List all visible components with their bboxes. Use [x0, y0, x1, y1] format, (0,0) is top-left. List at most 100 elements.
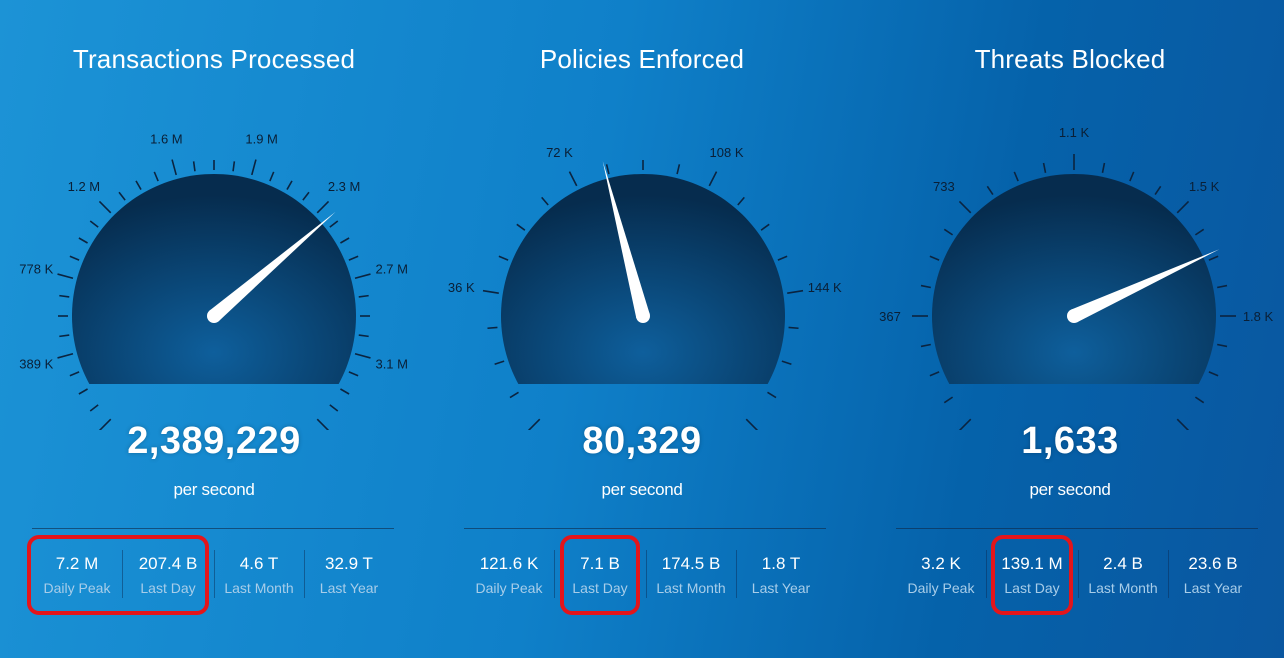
panel-transactions: Transactions Processed 0389 K778 K1.2 M1…: [0, 0, 428, 658]
tick-label: 1.1 K: [1059, 125, 1090, 140]
minor-tick: [340, 237, 350, 244]
speedometer-gauge: 0389 K778 K1.2 M1.6 M1.9 M2.3 M2.7 M3.1 …: [19, 131, 408, 430]
minor-tick: [986, 185, 994, 196]
minor-tick: [1129, 171, 1135, 182]
rate-value: 1,633: [1021, 420, 1119, 462]
major-tick: [482, 289, 499, 294]
rate-unit: per second: [173, 480, 255, 499]
major-tick: [354, 353, 371, 359]
divider: [896, 528, 1258, 529]
minor-tick: [929, 371, 940, 377]
tick-label: 36 K: [448, 280, 475, 295]
minor-tick: [135, 180, 142, 190]
needle-hub: [636, 309, 650, 323]
minor-tick: [1042, 162, 1047, 173]
stat-value: 121.6 K: [479, 554, 539, 573]
major-tick: [251, 159, 257, 176]
major-tick: [958, 200, 972, 214]
tick-label: 2.3 M: [328, 179, 361, 194]
major-tick: [568, 171, 578, 187]
speedometer-gauge: 03677331.1 K1.5 K1.8 K2.2 K: [879, 125, 1274, 430]
minor-tick: [541, 196, 549, 206]
minor-tick: [943, 396, 954, 404]
stat-label: Last Year: [1183, 580, 1243, 596]
stat-daily-peak: 121.6 K Daily Peak: [464, 540, 554, 612]
tick-label: 2.7 M: [375, 261, 408, 276]
stat-label: Last Month: [224, 580, 294, 596]
rate-value: 80,329: [582, 420, 702, 462]
rate-unit: per second: [1029, 480, 1111, 499]
minor-tick: [348, 255, 359, 261]
minor-tick: [1101, 162, 1106, 173]
minor-tick: [89, 404, 99, 412]
needle-hub: [207, 309, 221, 323]
minor-tick: [340, 388, 350, 395]
major-tick: [1176, 200, 1190, 214]
stat-label: Last Year: [751, 580, 811, 596]
tick-label: 389 K: [19, 357, 53, 372]
minor-tick: [676, 164, 681, 175]
stat-label: Last Month: [656, 580, 726, 596]
gauge-dial: [932, 173, 1216, 384]
stat-value: 23.6 B: [1188, 554, 1238, 573]
minor-tick: [78, 237, 88, 244]
minor-tick: [767, 391, 777, 399]
stat-value: 4.6 T: [239, 554, 279, 573]
stat-value: 1.8 T: [761, 554, 801, 573]
minor-tick: [487, 326, 498, 330]
stat-label: Daily Peak: [907, 580, 975, 596]
minor-tick: [348, 371, 359, 377]
panel-threats: Threats Blocked 03677331.1 K1.5 K1.8 K2.…: [856, 0, 1284, 658]
tick-label: 1.9 M: [245, 131, 278, 146]
stat-value: 3.2 K: [921, 554, 961, 573]
minor-tick: [118, 191, 126, 201]
stat-last-month: 174.5 B Last Month: [646, 540, 736, 612]
rate-unit: per second: [601, 480, 683, 499]
stat-label: Last Year: [319, 580, 379, 596]
tick-label: 3.1 M: [375, 357, 408, 372]
major-tick: [787, 289, 804, 294]
minor-tick: [498, 255, 509, 261]
minor-tick: [59, 334, 70, 338]
minor-tick: [286, 180, 293, 190]
major-tick: [171, 159, 177, 176]
major-tick: [57, 273, 74, 279]
minor-tick: [78, 388, 88, 395]
minor-tick: [329, 220, 339, 228]
stat-value: 174.5 B: [661, 554, 721, 573]
minor-tick: [920, 343, 931, 348]
panel-policies: Policies Enforced 036 K72 K108 K144 K180…: [428, 0, 856, 658]
tick-label: 1.2 M: [68, 179, 101, 194]
minor-tick: [737, 196, 745, 206]
minor-tick: [69, 255, 80, 261]
tick-label: 1.5 K: [1189, 179, 1220, 194]
stat-last-year: 1.8 T Last Year: [736, 540, 826, 612]
tick-label: 733: [933, 179, 955, 194]
highlight-box: [991, 535, 1073, 615]
divider: [464, 528, 826, 529]
minor-tick: [59, 294, 70, 298]
needle-hub: [1067, 309, 1081, 323]
minor-tick: [509, 391, 519, 399]
stat-label: Daily Peak: [475, 580, 543, 596]
major-tick: [708, 171, 718, 187]
gauge-dial: [72, 173, 357, 384]
minor-tick: [1194, 228, 1205, 236]
minor-tick: [269, 171, 275, 182]
speedometer-gauge: 036 K72 K108 K144 K180 K: [448, 145, 842, 430]
gauge-dial: [501, 173, 785, 384]
stat-last-month: 4.6 T Last Month: [214, 540, 304, 612]
minor-tick: [494, 360, 505, 365]
minor-tick: [329, 404, 339, 412]
highlight-box: [560, 535, 640, 615]
stat-value: 2.4 B: [1103, 554, 1143, 573]
tick-label: 108 K: [710, 145, 744, 160]
minor-tick: [781, 360, 792, 365]
minor-tick: [1217, 343, 1228, 348]
minor-tick: [1217, 284, 1228, 289]
minor-tick: [1194, 396, 1205, 404]
stat-last-year: 32.9 T Last Year: [304, 540, 394, 612]
minor-tick: [1208, 255, 1219, 261]
stats-row: 3.2 K Daily Peak 139.1 M Last Day 2.4 B …: [896, 540, 1258, 612]
minor-tick: [358, 334, 369, 338]
